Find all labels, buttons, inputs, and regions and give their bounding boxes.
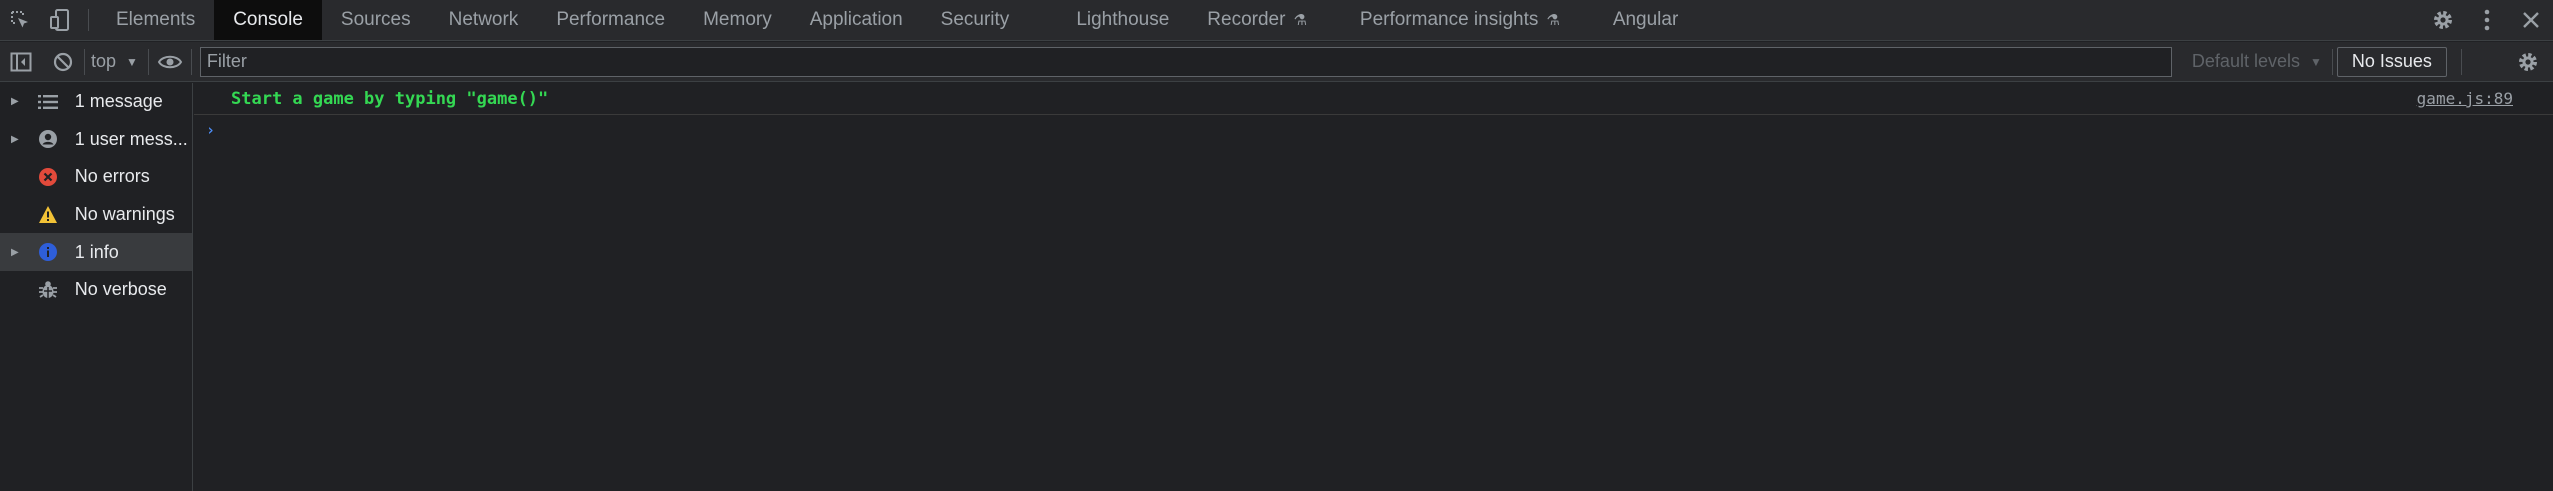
close-icon[interactable]: [2509, 11, 2553, 29]
tab-network[interactable]: Network: [430, 0, 538, 40]
toolbar-divider: [2331, 48, 2333, 75]
tab-label: Memory: [703, 9, 772, 30]
sidebar-item-label: 1 message: [74, 91, 163, 112]
console-message: Start a game by typing "game()" game.js:…: [194, 83, 2553, 115]
kebab-menu-icon[interactable]: [2465, 8, 2509, 32]
tab-label: Performance insights: [1359, 9, 1539, 30]
sidebar-item-verbose[interactable]: ▶ No verbose: [0, 271, 192, 309]
clear-console-icon[interactable]: [42, 42, 84, 82]
source-link[interactable]: game.js:89: [2417, 89, 2513, 108]
toolbar-divider: [190, 48, 192, 75]
sidebar-item-label: No warnings: [74, 204, 175, 225]
console-prompt[interactable]: ›: [194, 115, 2553, 145]
execution-context-select[interactable]: top ▼: [85, 42, 148, 82]
console-settings-gear-icon[interactable]: [2503, 50, 2553, 74]
sidebar-item-warnings[interactable]: ▶ No warnings: [0, 196, 192, 234]
tab-label: Console: [233, 9, 303, 30]
tab-label: Recorder: [1207, 9, 1286, 30]
tab-recorder[interactable]: Recorder ⚗: [1188, 0, 1341, 40]
experiment-flask-icon: ⚗: [1546, 12, 1560, 29]
sidebar-item-user-messages[interactable]: ▶ 1 user mess...: [0, 121, 192, 159]
sidebar-item-label: No errors: [74, 166, 150, 187]
expand-triangle-icon[interactable]: ▶: [11, 134, 27, 145]
tab-label: Elements: [116, 9, 196, 30]
tab-console[interactable]: Console: [214, 0, 322, 40]
tab-lighthouse[interactable]: Lighthouse: [1057, 0, 1188, 40]
device-toolbar-icon[interactable]: [40, 0, 80, 40]
context-label: top: [91, 51, 117, 71]
tabbar-divider: [88, 9, 89, 31]
sidebar-item-label: 1 info: [74, 241, 119, 262]
sidebar-item-info[interactable]: ▶ 1 info: [0, 233, 192, 271]
console-sidebar: ▶ 1 message ▶ 1 user mess... ▶ No errors…: [0, 83, 193, 491]
list-icon: [37, 91, 59, 113]
tab-label: Sources: [340, 9, 411, 30]
tab-label: Angular: [1612, 9, 1679, 30]
dropdown-caret-icon: ▼: [126, 54, 138, 69]
tab-application[interactable]: Application: [791, 0, 922, 40]
bug-icon: [37, 279, 59, 301]
tab-security[interactable]: Security: [922, 0, 1058, 40]
inspect-element-icon[interactable]: [0, 0, 40, 40]
sidebar-toggle-icon[interactable]: [0, 42, 42, 82]
tab-label: Network: [448, 9, 519, 30]
tab-label: Application: [809, 9, 903, 30]
sidebar-item-label: 1 user mess...: [74, 128, 188, 149]
live-expression-eye-icon[interactable]: [149, 42, 191, 82]
error-icon: [37, 166, 59, 188]
console-output: Start a game by typing "game()" game.js:…: [194, 83, 2553, 491]
settings-gear-icon[interactable]: [2421, 8, 2465, 32]
filter-input[interactable]: [199, 46, 2172, 77]
tab-performance-insights[interactable]: Performance insights ⚗: [1341, 0, 1594, 40]
devtools-tab-bar: Elements Console Sources Network Perform…: [0, 0, 2553, 41]
experiment-flask-icon: ⚗: [1293, 12, 1307, 29]
toolbar-divider: [2460, 48, 2462, 75]
levels-label: Default levels: [2191, 51, 2300, 71]
expand-triangle-icon[interactable]: ▶: [11, 247, 27, 258]
sidebar-item-messages[interactable]: ▶ 1 message: [0, 83, 192, 121]
info-icon: [37, 241, 59, 263]
user-icon: [37, 128, 59, 150]
tab-angular[interactable]: Angular: [1594, 0, 1698, 40]
tab-memory[interactable]: Memory: [684, 0, 791, 40]
tab-label: Performance: [556, 9, 666, 30]
dropdown-caret-icon: ▼: [2309, 54, 2322, 69]
tab-label: Security: [940, 9, 1010, 30]
issues-button[interactable]: No Issues: [2336, 46, 2447, 77]
prompt-chevron-icon: ›: [206, 121, 216, 139]
console-toolbar: top ▼ Default levels ▼ No Issues: [0, 42, 2553, 82]
tabbar-actions: [2421, 0, 2553, 40]
sidebar-item-label: No verbose: [74, 279, 167, 300]
tab-performance[interactable]: Performance: [537, 0, 684, 40]
console-message-text: Start a game by typing "game()": [231, 88, 549, 109]
panel-tabs: Elements Console Sources Network Perform…: [97, 0, 1697, 40]
tab-label: Lighthouse: [1076, 9, 1170, 30]
issues-label: No Issues: [2351, 51, 2432, 71]
log-levels-dropdown[interactable]: Default levels ▼: [2182, 51, 2332, 72]
expand-triangle-icon[interactable]: ▶: [11, 96, 27, 107]
sidebar-item-errors[interactable]: ▶ No errors: [0, 158, 192, 196]
warning-icon: [37, 204, 59, 226]
tab-elements[interactable]: Elements: [97, 0, 214, 40]
tab-sources[interactable]: Sources: [322, 0, 430, 40]
